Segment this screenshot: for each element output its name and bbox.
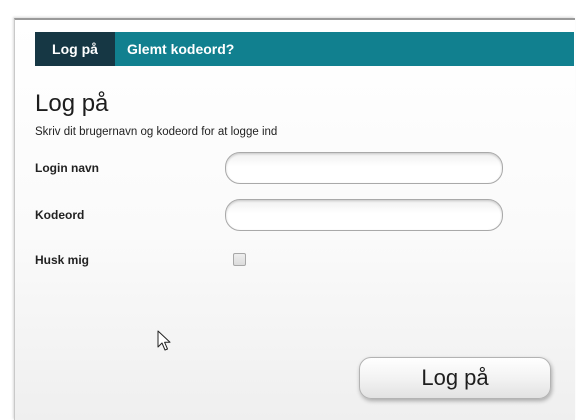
login-button[interactable]: Log på xyxy=(359,357,551,399)
username-label: Login navn xyxy=(35,161,99,175)
remember-me-checkbox[interactable] xyxy=(233,253,246,266)
tab-bar: Log på Glemt kodeord? xyxy=(35,32,574,66)
tab-forgot-password[interactable]: Glemt kodeord? xyxy=(127,32,234,66)
tab-login[interactable]: Log på xyxy=(35,32,115,66)
page-background: Log på Glemt kodeord? Log på Skriv dit b… xyxy=(0,0,576,420)
remember-me-label: Husk mig xyxy=(35,253,90,267)
password-input[interactable] xyxy=(225,199,503,231)
login-instructions: Skriv dit brugernavn og kodeord for at l… xyxy=(35,126,278,138)
login-window: Log på Glemt kodeord? Log på Skriv dit b… xyxy=(14,18,575,420)
mouse-pointer-icon xyxy=(157,330,171,351)
password-label: Kodeord xyxy=(35,208,85,222)
username-input[interactable] xyxy=(225,152,503,184)
page-title: Log på xyxy=(35,90,109,117)
